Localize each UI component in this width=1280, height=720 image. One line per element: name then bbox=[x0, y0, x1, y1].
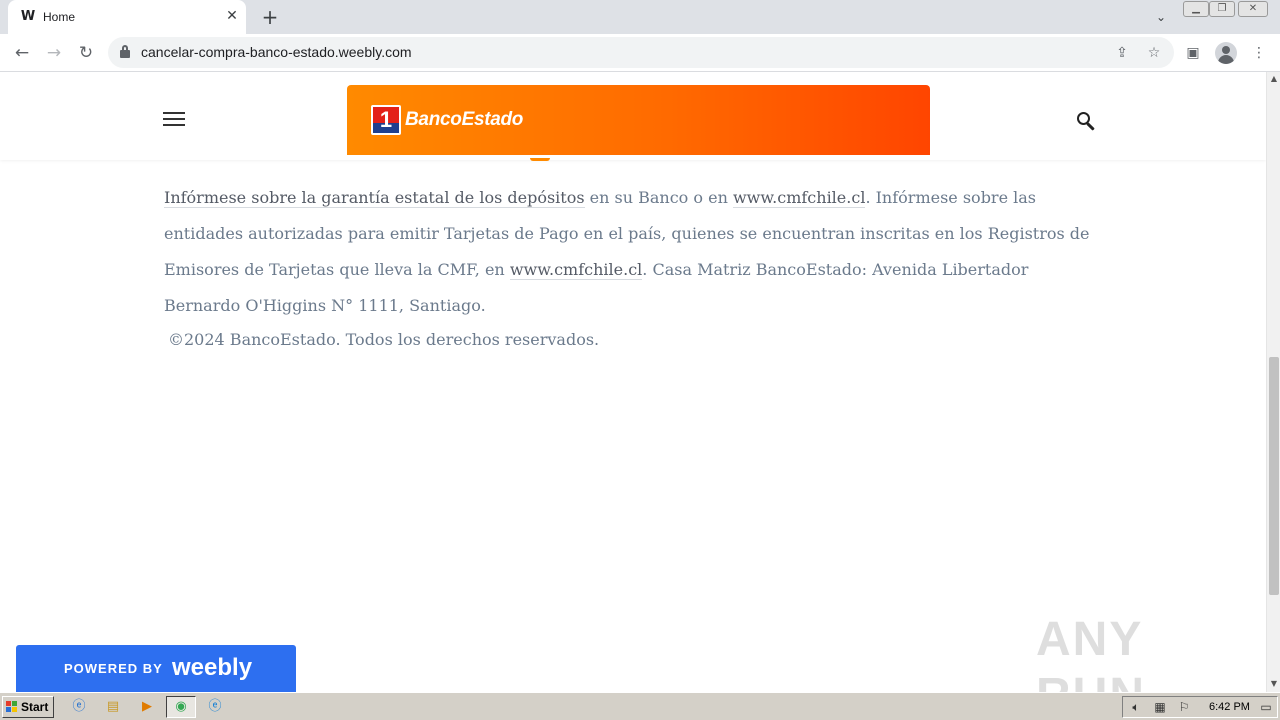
search-icon[interactable] bbox=[1077, 112, 1097, 132]
browser-tab-home[interactable]: W Home ✕ bbox=[8, 0, 246, 34]
start-label: Start bbox=[21, 700, 49, 714]
page-scrollbar[interactable]: ▲ ▼ bbox=[1266, 72, 1280, 692]
close-window-icon[interactable]: ✕ bbox=[1238, 1, 1268, 17]
network-icon[interactable]: ▦ bbox=[1151, 699, 1169, 715]
cmf-link-1[interactable]: www.cmfchile.cl bbox=[732, 188, 866, 208]
logo-mark-digit: 1 bbox=[379, 107, 393, 132]
reload-icon[interactable]: ↻ bbox=[74, 41, 98, 65]
chrome-taskbar-icon[interactable]: ◉ bbox=[166, 696, 196, 718]
minimize-window-icon[interactable]: ▁ bbox=[1183, 1, 1209, 17]
footer-disclaimer-paragraph: Infórmese sobre la garantía estatal de l… bbox=[164, 180, 1094, 324]
file-explorer-icon[interactable]: ▤ bbox=[98, 696, 128, 718]
tab-search-chevron-icon[interactable]: ⌄ bbox=[1150, 6, 1172, 28]
close-tab-icon[interactable]: ✕ bbox=[222, 6, 242, 26]
forward-arrow-icon[interactable]: → bbox=[42, 41, 66, 65]
media-player-icon[interactable]: ▶ bbox=[132, 696, 162, 718]
tab-title: Home bbox=[43, 10, 76, 24]
powered-by-label: POWERED BY bbox=[64, 661, 163, 676]
banco-estado-logo-banner[interactable]: 1 BancoEstado bbox=[347, 85, 930, 155]
taskbar-clock[interactable]: 6:42 PM bbox=[1209, 700, 1250, 714]
scroll-up-arrow-icon[interactable]: ▲ bbox=[1267, 72, 1280, 86]
anyrun-watermark: ANY RUN bbox=[1036, 613, 1144, 692]
copyright-text: ©2024 BancoEstado. Todos los derechos re… bbox=[168, 330, 600, 349]
address-bar[interactable]: cancelar-compra-banco-estado.weebly.com … bbox=[108, 37, 1174, 68]
browser-tab-strip: W Home ✕ + ⌄ ▁ ❐ ✕ bbox=[0, 0, 1280, 34]
internet-explorer-icon[interactable]: ⓔ bbox=[64, 696, 94, 718]
page-viewport: 1 BancoEstado Infórmese sobre la garantí… bbox=[0, 72, 1266, 692]
browser-menu-kebab-icon[interactable]: ⋮ bbox=[1248, 42, 1270, 64]
volume-icon[interactable]: 🔈︎ bbox=[1127, 699, 1145, 715]
system-tray: 🔈︎ ▦ ⚐ 6:42 PM ▭ bbox=[1122, 696, 1278, 718]
restore-window-icon[interactable]: ❐ bbox=[1209, 1, 1235, 17]
share-icon[interactable]: ⇪ bbox=[1111, 42, 1133, 64]
edge-icon[interactable]: ⓔ bbox=[200, 696, 230, 718]
side-panel-icon[interactable]: ▣ bbox=[1182, 42, 1204, 64]
weebly-brand-label: weebly bbox=[172, 654, 253, 681]
scroll-down-arrow-icon[interactable]: ▼ bbox=[1267, 677, 1280, 691]
cmf-link-2[interactable]: www.cmfchile.cl bbox=[509, 260, 643, 280]
windows-taskbar: Start ⓔ ▤ ▶ ◉ ⓔ 🔈︎ ▦ ⚐ 6:42 PM ▭ bbox=[0, 692, 1280, 720]
windows-flag-icon bbox=[6, 701, 18, 713]
lock-icon[interactable] bbox=[120, 45, 130, 59]
deposit-guarantee-link[interactable]: Infórmese sobre la garantía estatal de l… bbox=[164, 188, 585, 208]
back-arrow-icon[interactable]: ← bbox=[10, 41, 34, 65]
scroll-thumb[interactable] bbox=[1269, 357, 1279, 595]
show-desktop-icon[interactable]: ▭ bbox=[1257, 699, 1275, 715]
address-url[interactable]: cancelar-compra-banco-estado.weebly.com bbox=[141, 44, 412, 61]
logo-text: BancoEstado bbox=[405, 109, 524, 130]
site-header: 1 BancoEstado bbox=[0, 72, 1266, 160]
new-tab-plus-icon[interactable]: + bbox=[258, 5, 282, 29]
paragraph-text-1: en su Banco o en bbox=[584, 188, 733, 207]
bookmark-star-icon[interactable]: ☆ bbox=[1143, 42, 1165, 64]
browser-toolbar: ← → ↻ cancelar-compra-banco-estado.weebl… bbox=[0, 34, 1280, 72]
start-button[interactable]: Start bbox=[2, 696, 54, 718]
hamburger-menu-icon[interactable] bbox=[163, 112, 185, 128]
weebly-favicon-icon: W bbox=[20, 9, 36, 24]
action-center-flag-icon[interactable]: ⚐ bbox=[1175, 699, 1193, 715]
decorative-orange-sliver bbox=[530, 158, 550, 161]
banco-estado-logo-mark-icon: 1 bbox=[371, 105, 401, 135]
profile-avatar-icon[interactable] bbox=[1215, 42, 1237, 64]
powered-by-weebly-badge[interactable]: POWERED BY weebly bbox=[16, 645, 296, 692]
